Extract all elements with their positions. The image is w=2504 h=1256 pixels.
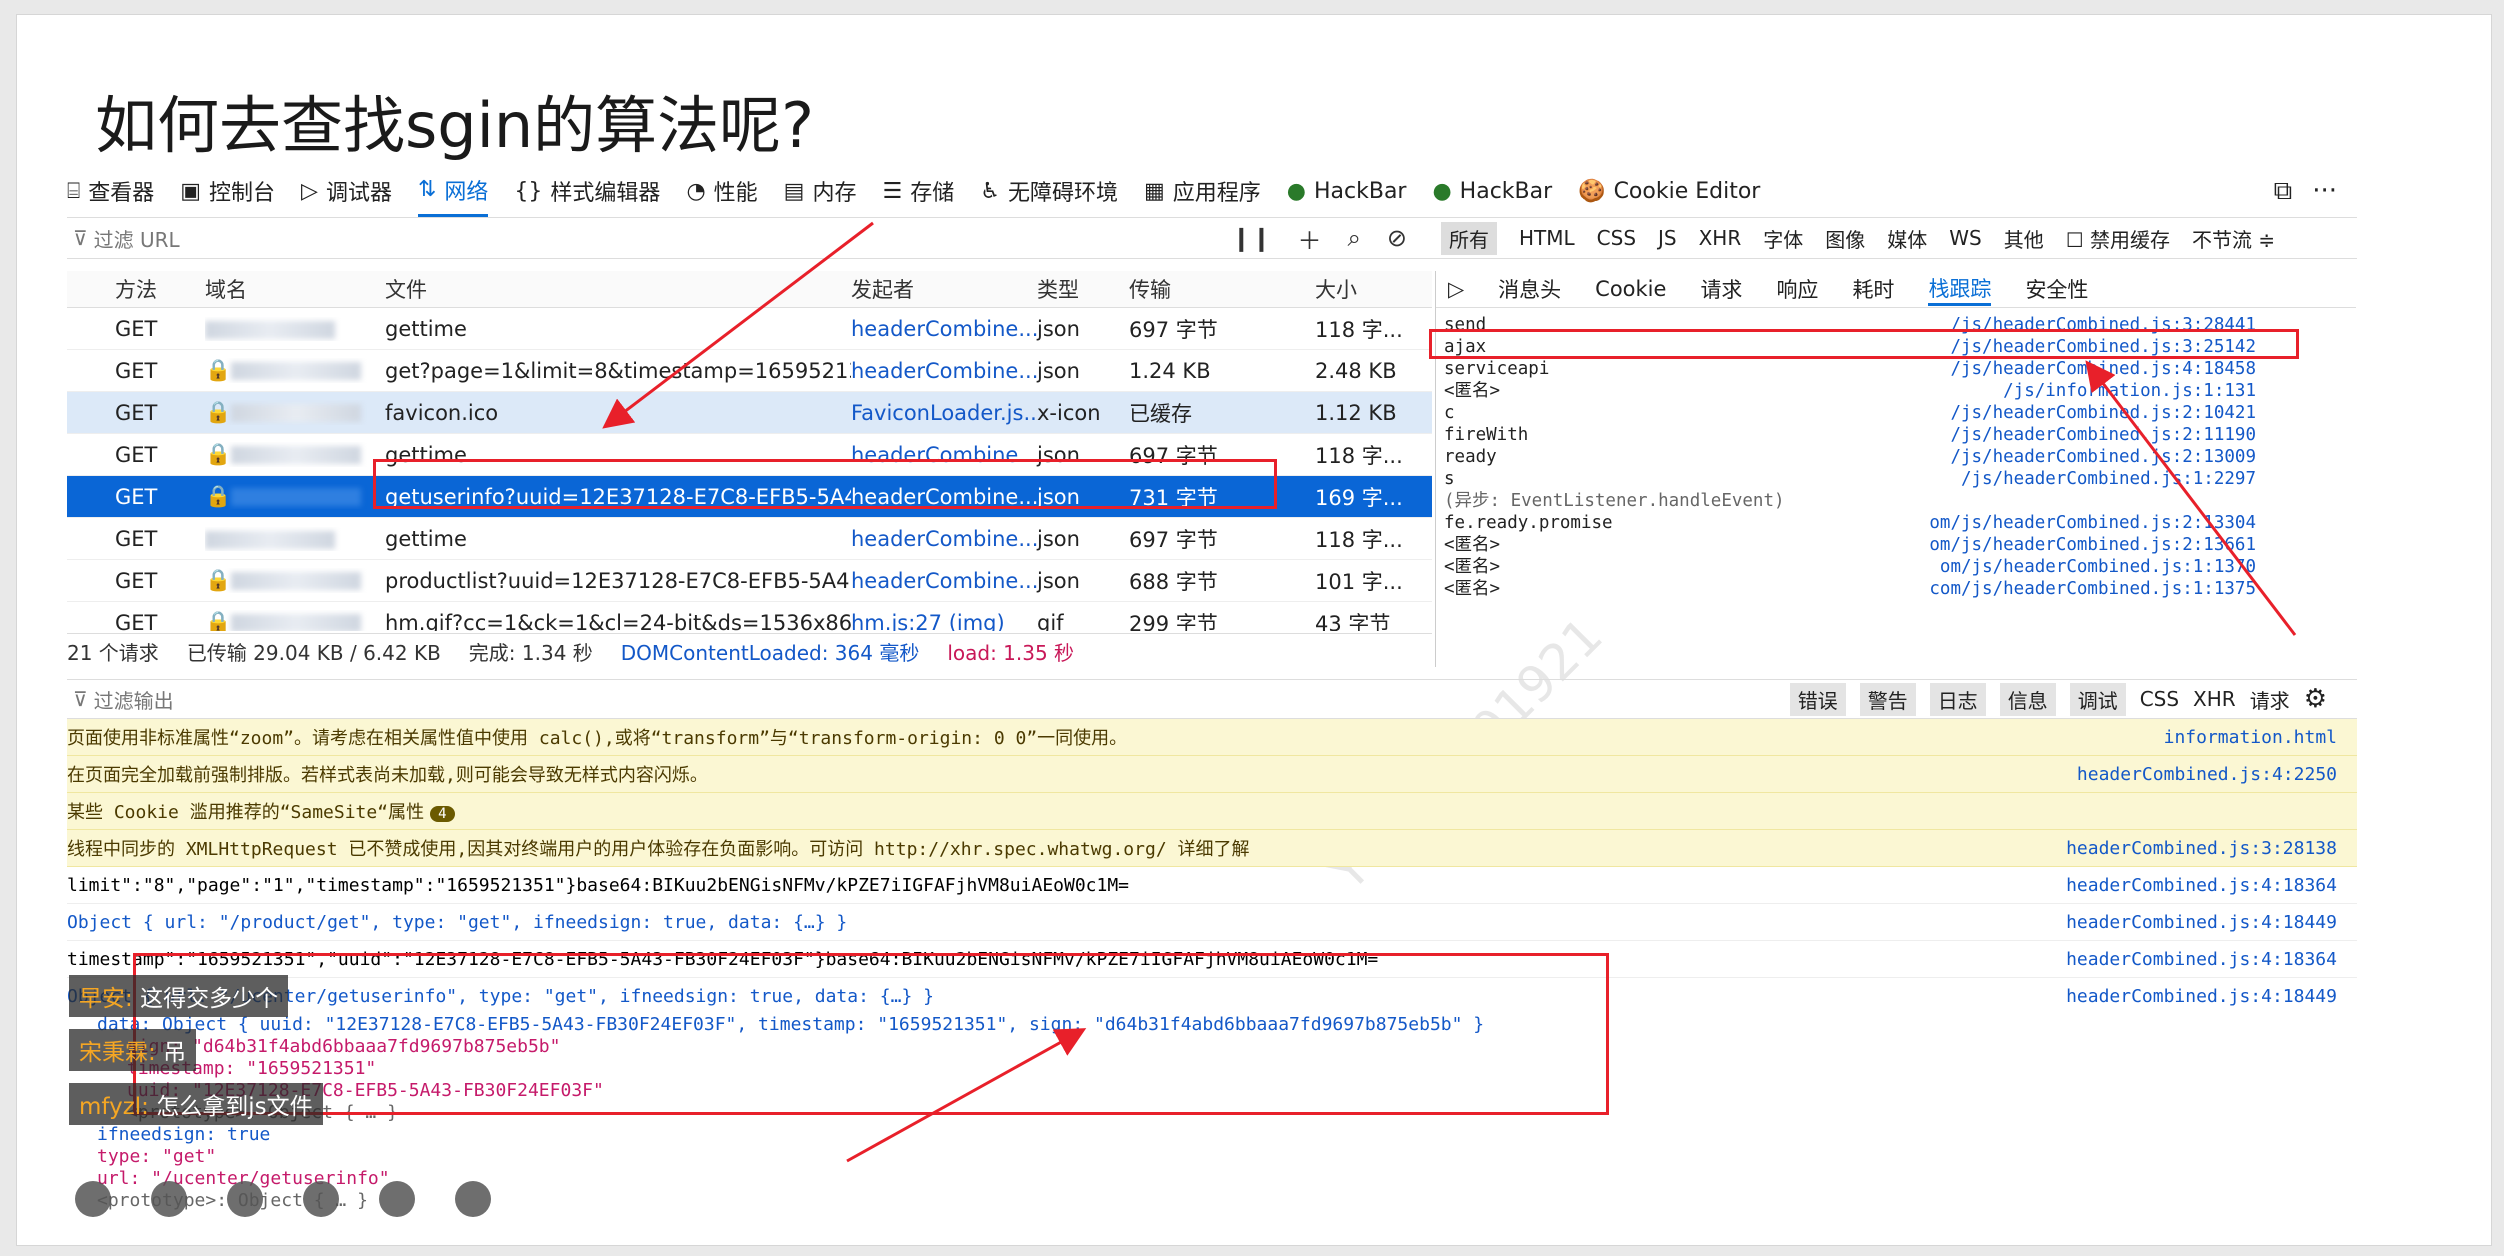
chat-user: 宋秉霖: <box>79 1040 156 1066</box>
chat-message: mfyzl: 怎么拿到js文件 <box>69 1083 323 1125</box>
comment-icon[interactable] <box>379 1181 415 1217</box>
chat-message: 早安: 这得交多少个 <box>69 975 289 1017</box>
chat-user: 早安: <box>79 986 133 1012</box>
chat-text: 怎么拿到js文件 <box>156 1094 313 1120</box>
camera-icon[interactable] <box>303 1181 339 1217</box>
pen-icon[interactable] <box>227 1181 263 1217</box>
more-options-icon[interactable] <box>455 1181 491 1217</box>
chat-text: 这得交多少个 <box>140 986 279 1012</box>
annotation-arrows <box>602 221 2297 1163</box>
chat-user: mfyzl: <box>79 1094 149 1120</box>
arrow-to-request <box>602 221 874 429</box>
arrow-to-sign <box>846 1028 1087 1163</box>
chat-text: 吊 <box>163 1040 187 1066</box>
arrow-to-ajax <box>2085 360 2297 636</box>
prev-icon[interactable] <box>75 1181 111 1217</box>
player-controls <box>75 1181 491 1217</box>
slide: Y77+8901921 如何去查找sgin的算法呢? ⌸查看器 ▣控制台 ▷调试… <box>16 14 2492 1246</box>
play-icon[interactable] <box>151 1181 187 1217</box>
chat-message: 宋秉霖: 吊 <box>69 1029 197 1071</box>
